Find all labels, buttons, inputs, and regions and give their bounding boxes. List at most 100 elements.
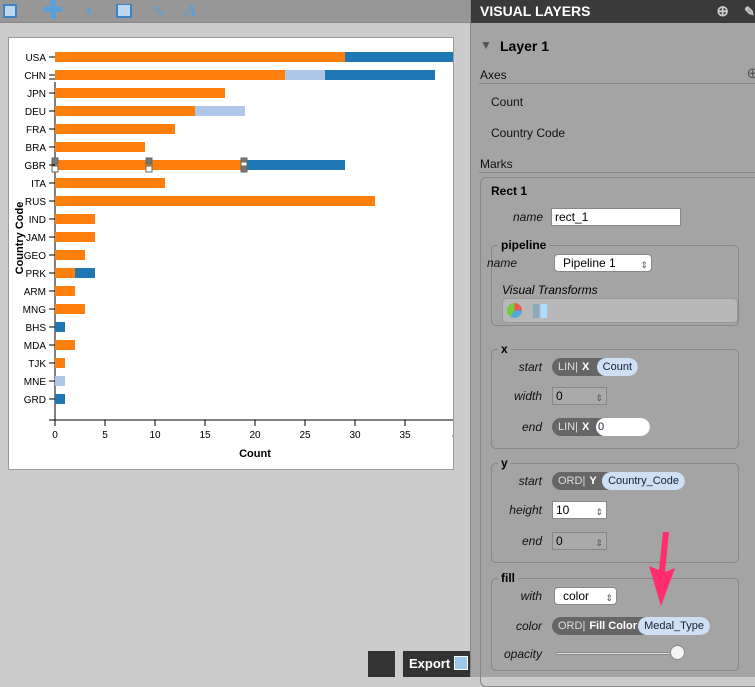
x-tick-label: 35 <box>399 430 411 441</box>
y-tick-label: MDA <box>24 341 47 352</box>
bar-segment <box>55 394 65 404</box>
transforms-tray <box>502 298 738 323</box>
layer-title[interactable]: Layer 1 <box>500 38 549 54</box>
y-tick-label: ARM <box>24 287 46 298</box>
x-end-binding[interactable]: LIN| X 0 <box>552 418 650 436</box>
y-group: y start ORD| Y Country_Code height 10 ⇕ end… <box>491 456 739 563</box>
bar-segment <box>285 70 325 80</box>
selection-handle[interactable] <box>51 157 59 165</box>
selection-handle[interactable] <box>51 165 59 173</box>
x-group: x start LIN| X Count width 0 ⇕ end LIN| X 0 <box>491 342 739 449</box>
fill-legend: fill <box>498 571 518 585</box>
y-tick-label: DEU <box>25 107 46 118</box>
axis-item[interactable]: Count <box>491 95 523 109</box>
fill-color-binding[interactable]: ORD| Fill Color Medal_Type <box>552 617 710 635</box>
pipeline-legend: pipeline <box>498 238 550 252</box>
y-tick-label: IND <box>29 215 46 226</box>
y-tick-label: GEO <box>24 251 46 262</box>
bar-segment <box>75 268 95 278</box>
stack-transform-icon[interactable] <box>533 304 547 318</box>
x-tick-label: 30 <box>349 430 361 441</box>
x-start-binding[interactable]: LIN| X Count <box>552 358 638 376</box>
y-tick-label: BRA <box>25 143 46 154</box>
chart-canvas[interactable]: USA CHN JPN DEU FRA BRA GBR ITA RUS IND JAM GEO PRK A… <box>8 37 454 470</box>
y-tick-label: RUS <box>25 197 46 208</box>
x-width-input[interactable]: 0 ⇕ <box>552 387 607 405</box>
area-icon[interactable] <box>114 2 134 20</box>
selection-handle[interactable] <box>145 165 153 173</box>
rect-icon[interactable] <box>0 2 20 20</box>
x-tick-label: 20 <box>249 430 261 441</box>
x-axis-title: Count <box>239 448 271 460</box>
y-axis-title: Country Code <box>14 202 26 275</box>
y-tick-label: GRD <box>24 395 46 406</box>
text-icon[interactable]: A <box>181 2 201 20</box>
bar-segment <box>55 142 145 152</box>
axis-item[interactable]: Country Code <box>491 126 565 140</box>
y-end-input[interactable]: 0 ⇕ <box>552 532 607 550</box>
export-button[interactable]: Export <box>403 651 470 677</box>
bar-segment <box>55 322 65 332</box>
axes-heading: Axes <box>480 68 507 82</box>
selection-handle[interactable] <box>145 157 153 165</box>
bar-segment <box>55 376 65 386</box>
toolbar: ✚ ◗ ∿ A <box>0 0 470 23</box>
bar-segment <box>245 160 345 170</box>
y-tick-label: CHN <box>24 71 46 82</box>
x-width-label: width <box>513 389 542 403</box>
y-tick-label: USA <box>25 53 46 64</box>
fill-with-select[interactable]: color ⇕ <box>554 587 617 605</box>
edit-icon[interactable]: ✎ <box>744 0 755 23</box>
y-tick-label: PRK <box>25 269 46 280</box>
fill-group: fill with color ⇕ color ORD| Fill Color Med… <box>491 571 739 671</box>
y-start-binding[interactable]: ORD| Y Country_Code <box>552 472 685 490</box>
x-end-label: end <box>521 420 542 434</box>
symbol-plus-icon[interactable]: ✚ <box>43 0 63 23</box>
x-tick-label: 5 <box>102 430 108 441</box>
bar-segment <box>195 106 245 116</box>
pipeline-select[interactable]: Pipeline 1 ⇕ <box>554 254 652 272</box>
x-tick-label: 0 <box>52 430 58 441</box>
bar-segment <box>55 124 175 134</box>
bar-segment <box>55 304 85 314</box>
arc-icon[interactable]: ◗ <box>79 2 99 20</box>
bar-segment <box>55 106 195 116</box>
pipeline-group: pipeline name Pipeline 1 ⇕ Visual Transfo… <box>487 238 739 326</box>
selection-handle[interactable] <box>240 165 248 173</box>
y-tick-label: MNE <box>24 377 47 388</box>
mark-name-input[interactable]: rect_1 <box>551 208 681 226</box>
bar-segment <box>55 286 75 296</box>
bar-segment <box>55 88 225 98</box>
dark-button[interactable] <box>368 651 395 677</box>
collapse-triangle-icon[interactable]: ▼ <box>480 38 492 52</box>
opacity-slider-thumb[interactable] <box>670 645 685 660</box>
opacity-slider-track[interactable] <box>555 652 677 655</box>
y-height-input[interactable]: 10 ⇕ <box>552 501 607 519</box>
add-axis-icon[interactable]: ⊕ <box>746 64 755 82</box>
fill-with-label: with <box>520 589 542 603</box>
pipeline-name-label: name <box>486 256 517 270</box>
annotation-arrow-icon <box>649 532 675 606</box>
bar-segment <box>55 268 75 278</box>
y-end-label: end <box>521 534 542 548</box>
bar-segment <box>325 70 435 80</box>
bar-segment <box>55 250 85 260</box>
x-tick-label: 10 <box>149 430 161 441</box>
y-tick-label: JPN <box>27 89 46 100</box>
export-icon <box>453 656 468 670</box>
line-icon[interactable]: ∿ <box>149 2 169 20</box>
marks-heading: Marks <box>480 157 513 171</box>
panel-title: VISUAL LAYERS <box>480 3 591 19</box>
bar-chart: USA CHN JPN DEU FRA BRA GBR ITA RUS IND JAM GEO PRK A… <box>14 52 453 460</box>
fill-opacity-label: opacity <box>503 647 542 661</box>
y-tick-label: ITA <box>31 179 46 190</box>
y-tick-label: MNG <box>23 305 47 316</box>
add-layer-icon[interactable]: ⊕ <box>716 0 729 23</box>
x-start-label: start <box>518 360 542 374</box>
pie-transform-icon[interactable] <box>507 303 522 318</box>
bar-segment <box>55 70 285 80</box>
bar-segment <box>55 358 65 368</box>
x-legend: x <box>498 342 511 356</box>
visual-transforms-label: Visual Transforms <box>502 283 598 297</box>
bar-segment <box>55 232 95 242</box>
